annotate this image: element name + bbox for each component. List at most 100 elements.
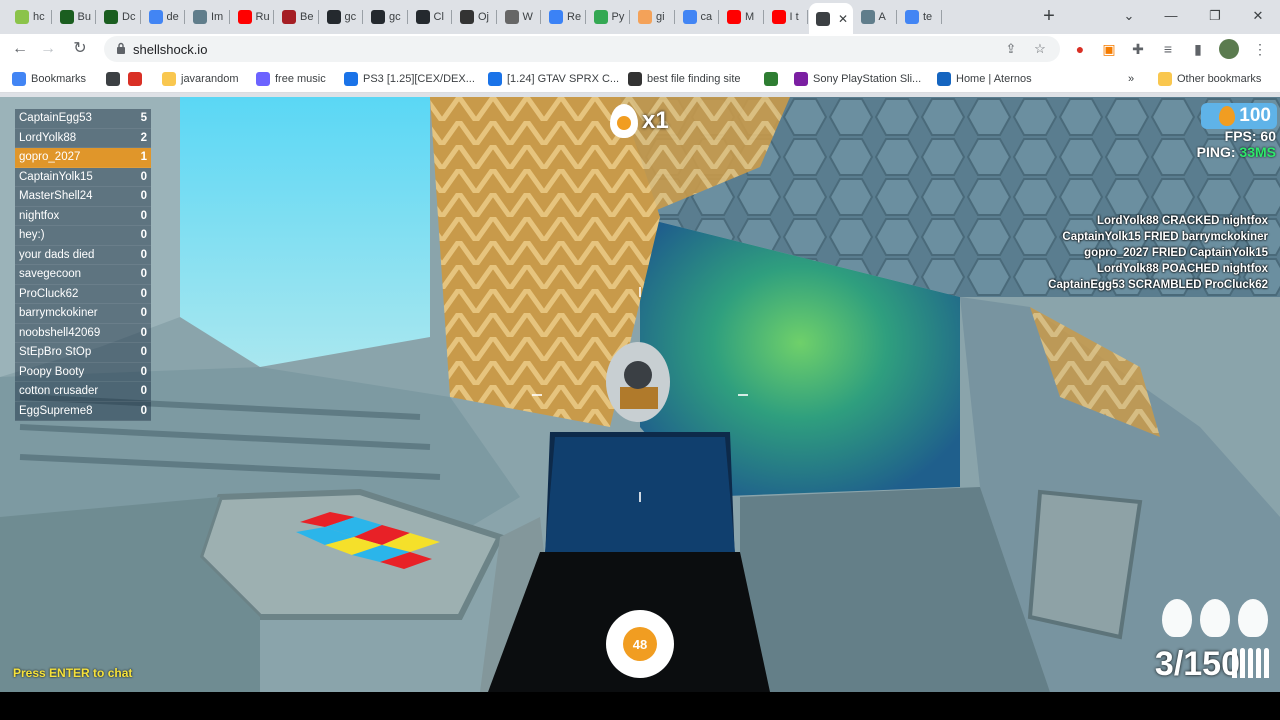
leaderboard-row: LordYolk88 2 [15, 128, 151, 148]
tab-divider [896, 10, 897, 24]
bookmark-favicon-icon [128, 71, 142, 86]
bookmark-item[interactable]: PS3 [1.25][CEX/DEX... [344, 70, 475, 87]
tab-favicon-icon [860, 10, 875, 24]
tab-label: I t [789, 11, 799, 23]
tab[interactable]: hc [8, 4, 52, 30]
tab[interactable]: te [898, 4, 942, 30]
tab[interactable]: W [498, 4, 541, 30]
game-scene [0, 97, 1280, 692]
bookmark-item[interactable] [764, 70, 783, 87]
restore-button[interactable]: ❐ [1204, 6, 1226, 26]
player-score: 0 [140, 248, 147, 261]
bookmark-item[interactable]: free music [256, 70, 326, 87]
player-name: Poopy Booty [19, 365, 85, 378]
tab-search-icon[interactable]: ⌄ [1118, 6, 1140, 26]
address-bar[interactable]: shellshock.io ⇪ ☆ [104, 36, 1060, 62]
tab-divider [495, 10, 497, 24]
tab[interactable]: ca [676, 4, 719, 30]
tab[interactable]: gc [320, 4, 363, 30]
tab[interactable]: Bu [53, 4, 96, 30]
bookmark-item[interactable] [106, 70, 125, 87]
tab[interactable]: Be [275, 4, 319, 30]
leaderboard-row-self: gopro_2027 1 [15, 148, 151, 168]
tab[interactable]: gc [364, 4, 408, 30]
forward-arrow-icon[interactable]: → [37, 38, 59, 60]
bookmark-item[interactable]: javarandom [162, 70, 238, 87]
tab-divider [540, 10, 541, 24]
player-score: 0 [140, 404, 147, 417]
tab-close-icon[interactable]: ✕ [838, 12, 848, 26]
tab[interactable]: Oj [453, 4, 497, 30]
tab[interactable]: Ru [231, 4, 274, 30]
media-control-icon[interactable]: ≡ [1158, 39, 1178, 59]
player-name: EggSupreme8 [19, 404, 93, 417]
browser-toolbar: ← → ↻ shellshock.io ⇪ ☆ ● ▣ ✚ ≡ ▮ ⋮ [0, 34, 1280, 64]
other-bookmarks[interactable]: Other bookmarks [1158, 70, 1261, 87]
tab[interactable]: Im [186, 4, 230, 30]
tab-label: ca [700, 11, 713, 23]
extension-red-icon[interactable]: ● [1070, 39, 1090, 59]
bookmark-item[interactable]: Bookmarks [12, 70, 86, 87]
player-score: 0 [140, 209, 147, 222]
player-name: MasterShell24 [19, 190, 93, 203]
tab[interactable]: de [142, 4, 185, 30]
share-icon[interactable]: ⇪ [1002, 40, 1020, 58]
tab-label: A [878, 11, 886, 23]
tab[interactable]: I t [765, 4, 808, 30]
tab-label: te [923, 11, 933, 23]
player-name: savegecoon [19, 268, 82, 281]
leaderboard-row: your dads died 0 [15, 245, 151, 265]
tab-label: W [522, 11, 533, 23]
more-bookmarks-chevron[interactable]: » [1128, 70, 1134, 87]
ping-label: PING: [1196, 144, 1240, 160]
tab[interactable]: gi [631, 4, 675, 30]
egg-coin-icon [1219, 106, 1236, 126]
tab[interactable]: Py [587, 4, 630, 30]
bookmark-star-icon[interactable]: ☆ [1031, 40, 1049, 58]
reload-ring-value: 48 [623, 627, 657, 661]
bookmark-item[interactable]: Sony PlayStation Sli... [794, 70, 921, 87]
new-tab-button[interactable]: + [1038, 5, 1060, 27]
chat-prompt[interactable]: Press ENTER to chat [13, 666, 132, 680]
player-name: CaptainYolk15 [19, 170, 93, 183]
tab-favicon-icon [771, 10, 786, 24]
bookmark-favicon-icon [488, 71, 502, 86]
leaderboard-row: CaptainEgg53 5 [15, 109, 151, 129]
game-viewport[interactable]: CaptainEgg53 5 LordYolk88 2 gopro_2027 1 Capta… [0, 97, 1280, 692]
streak-count: x1 [642, 107, 669, 134]
leaderboard-row: noobshell42069 0 [15, 323, 151, 343]
grenade-icon [1162, 599, 1192, 637]
bookmark-item[interactable]: best file finding site [628, 70, 741, 87]
bookmark-item[interactable]: Home | Aternos [937, 70, 1032, 87]
tab[interactable]: Re [542, 4, 586, 30]
crosshair-tick-left [532, 394, 542, 396]
extensions-puzzle-icon[interactable]: ✚ [1128, 39, 1148, 59]
tab-divider [50, 10, 52, 24]
kill-feed-entry: CaptainYolk15 FRIED barrymckokiner [1062, 231, 1268, 243]
bookmark-label: Home | Aternos [956, 72, 1032, 85]
tab-active[interactable]: ✕ [809, 3, 853, 34]
back-arrow-icon[interactable]: ← [9, 38, 31, 60]
tab-favicon-icon [148, 10, 163, 24]
player-name: nightfox [19, 209, 60, 222]
leaderboard-row: cotton crusader 0 [15, 382, 151, 402]
extension-orange-icon[interactable]: ▣ [1099, 39, 1119, 59]
bookmark-item[interactable] [128, 70, 147, 87]
player-score: 0 [140, 326, 147, 339]
close-window-button[interactable]: ✕ [1247, 6, 1269, 26]
tab[interactable]: Dc [97, 4, 141, 30]
reload-ring: 48 [606, 610, 674, 678]
tab[interactable]: Cl [409, 4, 452, 30]
tab[interactable]: M [720, 4, 764, 30]
reload-icon[interactable]: ↻ [69, 38, 91, 60]
bookmark-favicon-icon [794, 71, 808, 86]
chrome-menu-icon[interactable]: ⋮ [1250, 39, 1270, 59]
minimize-button[interactable]: — [1160, 6, 1182, 26]
profile-avatar[interactable] [1219, 39, 1239, 59]
tab-favicon-icon [15, 10, 29, 24]
bookmark-label: Bookmarks [31, 72, 87, 85]
bookmark-item[interactable]: [1.24] GTAV SPRX C... [488, 70, 619, 87]
tab[interactable]: A [854, 4, 897, 30]
leaderboard-row: CaptainYolk15 0 [15, 167, 151, 187]
side-panel-icon[interactable]: ▮ [1188, 39, 1208, 59]
